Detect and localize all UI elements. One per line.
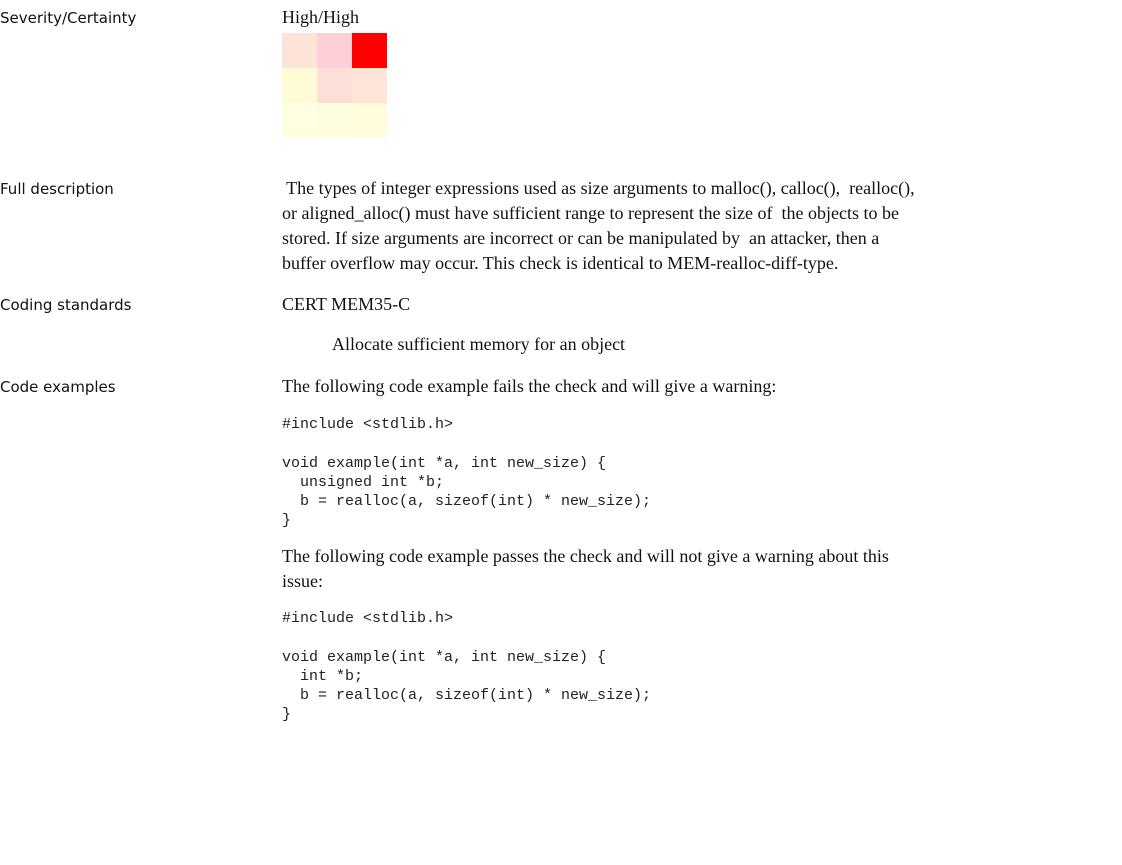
- fail-code-line: unsigned int *b;: [282, 474, 445, 491]
- severity-cell: [317, 103, 352, 138]
- description-line: stored. If size arguments are incorrect …: [282, 228, 880, 248]
- pass-code-line: b = realloc(a, sizeof(int) * new_size);: [282, 687, 652, 704]
- severity-certainty-label: Severity/Certainty: [0, 9, 137, 27]
- fail-code-line: void example(int *a, int new_size) {: [282, 455, 607, 472]
- code-examples-label: Code examples: [0, 378, 116, 396]
- pass-example-intro: issue:: [282, 571, 324, 591]
- severity-cell: [352, 33, 387, 68]
- coding-standard-detail: Allocate sufficient memory for an object: [332, 334, 626, 354]
- severity-cell: [282, 33, 317, 68]
- severity-cell: [282, 68, 317, 103]
- pass-example-intro: The following code example passes the ch…: [282, 546, 889, 566]
- severity-cell: [352, 103, 387, 138]
- description-line: or aligned_alloc() must have sufficient …: [282, 203, 899, 223]
- fail-code-line: b = realloc(a, sizeof(int) * new_size);: [282, 493, 652, 510]
- severity-cell: [282, 103, 317, 138]
- pass-code-line: #include <stdlib.h>: [282, 610, 454, 627]
- description-line: buffer overflow may occur. This check is…: [282, 253, 839, 273]
- severity-cell: [352, 68, 387, 103]
- full-description-label: Full description: [0, 180, 114, 198]
- severity-matrix: [282, 33, 387, 138]
- severity-cell: [317, 33, 352, 68]
- severity-certainty-value: High/High: [282, 7, 360, 27]
- pass-code-line: void example(int *a, int new_size) {: [282, 649, 607, 666]
- severity-cell: [317, 68, 352, 103]
- description-line: The types of integer expressions used as…: [282, 178, 915, 198]
- fail-code-line: }: [282, 512, 292, 529]
- fail-code-line: #include <stdlib.h>: [282, 416, 454, 433]
- pass-code-line: int *b;: [282, 668, 364, 685]
- coding-standard-id: CERT MEM35-C: [282, 294, 411, 314]
- coding-standards-label: Coding standards: [0, 296, 132, 314]
- fail-example-intro: The following code example fails the che…: [282, 376, 777, 396]
- pass-code-line: }: [282, 706, 292, 723]
